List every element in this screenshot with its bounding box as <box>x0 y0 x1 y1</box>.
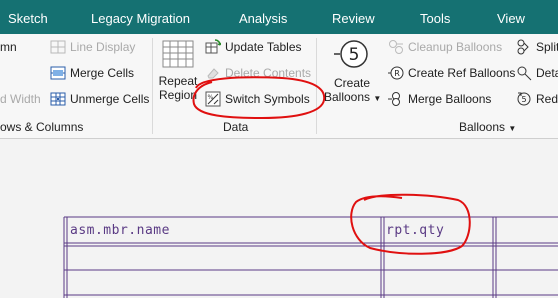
table-cell-name[interactable]: asm.mbr.name <box>70 223 170 238</box>
merge-balloons-label: Merge Balloons <box>408 92 492 106</box>
merge-cells-button[interactable]: Merge Cells <box>50 64 134 82</box>
detach-balloons-button[interactable]: Deta <box>516 64 558 82</box>
create-balloons-label-line1: Create <box>333 76 371 90</box>
create-ref-balloons-button[interactable]: R Create Ref Balloons <box>388 64 515 82</box>
split-label-partial: Split <box>536 40 558 54</box>
eraser-icon <box>205 65 221 81</box>
repeat-region-icon <box>162 38 194 70</box>
tab-analysis[interactable]: Analysis <box>239 11 287 26</box>
create-balloons-label-line2: Balloons ▼ <box>324 90 382 104</box>
width-command-partial[interactable]: d Width <box>0 90 41 108</box>
cleanup-balloons-icon <box>388 39 404 55</box>
rows-columns-group-label: ows & Columns <box>0 120 84 134</box>
update-tables-button[interactable]: Update Tables <box>205 38 302 56</box>
line-display-label: Line Display <box>70 40 136 54</box>
redistribute-icon: 5 <box>516 91 532 107</box>
column-command-partial[interactable]: mn <box>0 38 17 56</box>
split-icon <box>516 39 532 55</box>
switch-symbols-button[interactable]: % Switch Symbols <box>205 90 310 108</box>
ref-balloon-icon: R <box>388 65 404 81</box>
balloon-icon: 5 <box>334 38 370 70</box>
delete-contents-button[interactable]: Delete Contents <box>205 64 311 82</box>
ribbon-tab-bar: Sketch Legacy Migration Analysis Review … <box>0 0 558 34</box>
svg-text:5: 5 <box>521 95 526 104</box>
merge-balloons-button[interactable]: Merge Balloons <box>388 90 491 108</box>
redistribute-balloons-button[interactable]: 5 Red <box>516 90 558 108</box>
merge-cells-label: Merge Cells <box>70 66 135 80</box>
table-cell-qty[interactable]: rpt.qty <box>386 223 444 238</box>
repeat-region-label-line1: Repeat <box>158 74 198 88</box>
chevron-down-icon: ▼ <box>373 94 382 103</box>
tab-tools[interactable]: Tools <box>420 11 450 26</box>
cleanup-balloons-button[interactable]: Cleanup Balloons <box>388 38 502 56</box>
unmerge-cells-icon <box>50 91 66 107</box>
split-balloons-button[interactable]: Split <box>516 38 558 56</box>
redistribute-label-partial: Red <box>536 92 558 106</box>
detach-icon <box>516 65 532 81</box>
cleanup-balloons-label: Cleanup Balloons <box>408 40 503 54</box>
merge-balloons-icon <box>388 91 404 107</box>
repeat-region-button[interactable]: Repeat Region <box>158 38 198 102</box>
switch-symbols-icon: % <box>205 91 221 107</box>
line-display-button[interactable]: Line Display <box>50 38 135 56</box>
balloons-group-label: Balloons ▼ <box>459 120 517 134</box>
tab-legacy-migration[interactable]: Legacy Migration <box>91 11 190 26</box>
group-separator <box>152 38 153 134</box>
tab-view[interactable]: View <box>497 11 525 26</box>
unmerge-cells-button[interactable]: Unmerge Cells <box>50 90 149 108</box>
repeat-region-label-line2: Region <box>158 88 198 102</box>
detach-label-partial: Deta <box>536 66 558 80</box>
ribbon: mn d Width Line Display Merge Cells Unme… <box>0 34 558 139</box>
group-separator <box>316 38 317 134</box>
table-grid <box>63 216 558 298</box>
drawing-canvas[interactable]: asm.mbr.name rpt.qty <box>0 139 558 298</box>
tab-sketch[interactable]: Sketch <box>8 11 48 26</box>
update-tables-label: Update Tables <box>225 40 302 54</box>
line-display-icon <box>50 39 66 55</box>
balloon-icon-glyph: 5 <box>349 45 360 65</box>
data-group-label: Data <box>223 120 249 134</box>
create-balloons-button[interactable]: 5 Create Balloons ▼ <box>324 38 382 106</box>
merge-cells-icon <box>50 65 66 81</box>
create-ref-balloons-label: Create Ref Balloons <box>408 66 516 80</box>
chevron-down-icon[interactable]: ▼ <box>508 124 516 133</box>
unmerge-cells-label: Unmerge Cells <box>70 92 150 106</box>
delete-contents-label: Delete Contents <box>225 66 312 80</box>
svg-text:R: R <box>394 69 400 78</box>
switch-symbols-label: Switch Symbols <box>225 92 310 106</box>
update-tables-icon <box>205 39 221 55</box>
tab-review[interactable]: Review <box>332 11 375 26</box>
